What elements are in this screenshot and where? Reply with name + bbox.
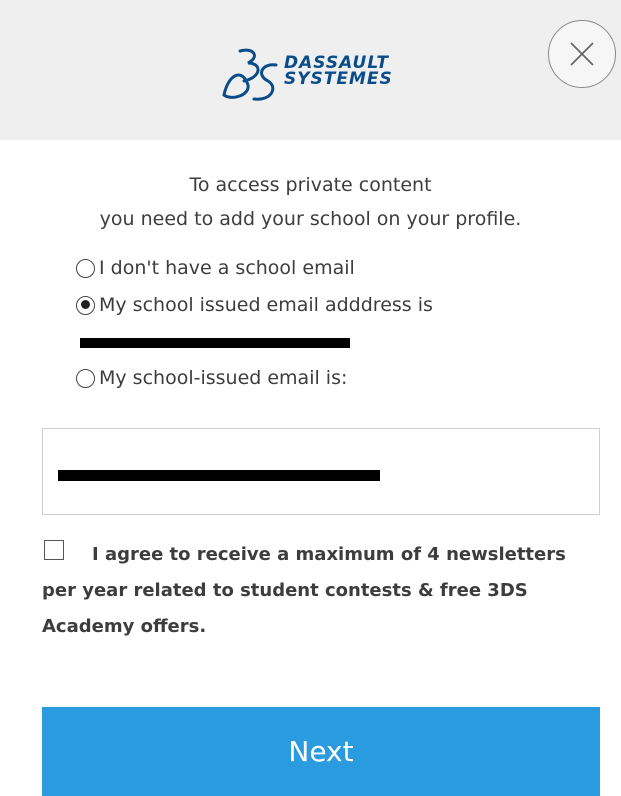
intro-line-1: To access private content	[189, 174, 432, 196]
3ds-logo-icon	[222, 48, 278, 101]
intro-text: To access private content you need to ad…	[0, 168, 621, 236]
option-school-issued-address-label: My school issued email adddress is	[99, 294, 433, 316]
intro-line-2: you need to add your school on your prof…	[99, 208, 522, 230]
dialog-header: DASSAULT SYSTEMES	[0, 0, 621, 140]
radio-no-school-email[interactable]	[76, 258, 95, 278]
option-no-school-email-label: I don't have a school email	[99, 257, 355, 279]
radio-school-issued-other[interactable]	[76, 368, 95, 388]
option-school-issued-address[interactable]: My school issued email adddress is	[76, 291, 433, 319]
dassault-systemes-logo: DASSAULT SYSTEMES	[218, 45, 428, 105]
radio-school-issued-address[interactable]	[76, 295, 95, 315]
close-icon	[570, 42, 594, 66]
option-school-issued-other-label: My school-issued email is:	[99, 367, 348, 389]
option-school-issued-other[interactable]: My school-issued email is:	[76, 364, 347, 392]
close-button[interactable]	[548, 20, 616, 88]
redacted-email-input-value	[58, 470, 380, 481]
option-no-school-email[interactable]: I don't have a school email	[76, 254, 355, 282]
logo-wordmark: DASSAULT SYSTEMES	[284, 55, 393, 89]
signup-dialog: DASSAULT SYSTEMES To access private cont…	[0, 0, 621, 796]
next-button[interactable]: Next	[42, 707, 600, 796]
logo-line-2: SYSTEMES	[284, 69, 393, 89]
redacted-email-text	[80, 338, 350, 348]
newsletter-consent-label: I agree to receive a maximum of 4 newsle…	[42, 544, 566, 637]
